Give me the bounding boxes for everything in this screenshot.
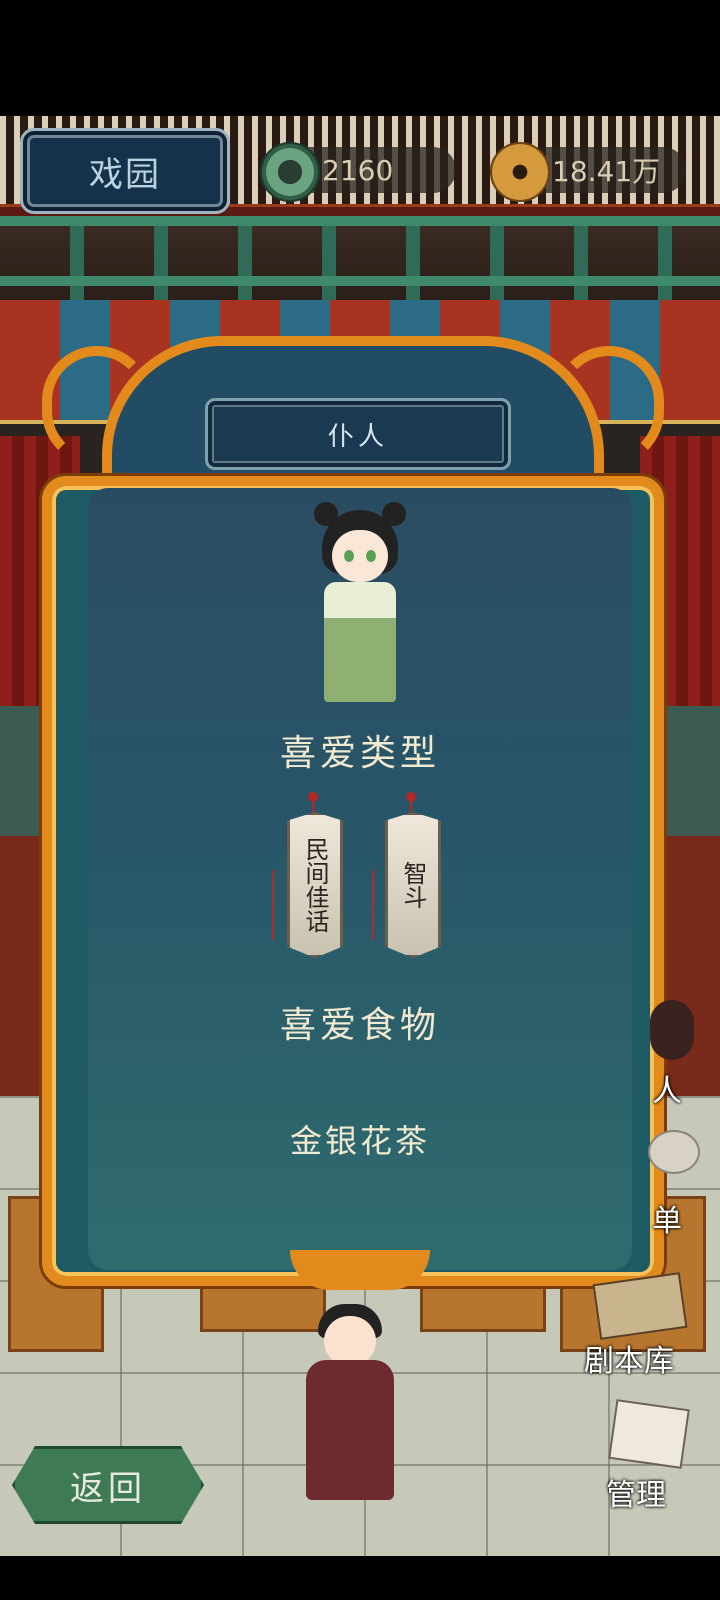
script-library-label: 剧本库 [584,1344,674,1379]
favorite-food-value: 金银花茶 [289,1122,430,1160]
dialog-title: 仆人 [327,421,388,452]
side-menu-menu[interactable]: 单 [646,1130,706,1240]
genre-tag-label: 民间佳话 [301,837,329,933]
jade-amount: 2160 [322,153,394,187]
favorite-food-heading: 喜爱食物 [279,1005,440,1046]
genre-tag-label: 智斗 [399,861,427,909]
ornament-scroll-right [554,346,664,466]
jade-currency: 2160 [260,140,456,202]
side-menu-guests[interactable]: 人 [646,1000,706,1109]
dialog-title-plate: 仆人 [205,398,511,470]
location-title-plate[interactable]: 戏园 [20,128,230,214]
genre-tag: 民间佳话 [287,812,343,958]
side-menu-menu-label: 单 [652,1204,682,1239]
coin-amount: 18.41万 [552,155,661,188]
genre-tag: 智斗 [385,812,441,958]
script-library-button[interactable]: 剧本库 [582,1272,692,1379]
portrait-icon [650,1000,694,1060]
location-title: 戏园 [89,154,161,195]
servant-avatar [310,500,410,710]
dialog-bottom-ornament [290,1250,430,1290]
servant-character [290,1300,410,1510]
management-label: 管理 [606,1478,666,1513]
brush-scroll-icon [608,1399,690,1469]
back-button[interactable]: 返回 [12,1446,204,1524]
teacup-icon [648,1130,700,1174]
balcony-railing [0,216,720,301]
coin-currency: 18.41万 [490,140,686,202]
ornament-scroll-left [42,346,152,466]
favorite-type-heading: 喜爱类型 [279,733,440,774]
jade-coin-icon [260,142,320,202]
script-cards-icon [592,1272,688,1340]
side-menu-guests-label: 人 [652,1074,682,1109]
copper-coin-icon [490,142,550,202]
back-button-label: 返回 [70,1468,146,1509]
management-button[interactable]: 管理 [596,1399,696,1514]
